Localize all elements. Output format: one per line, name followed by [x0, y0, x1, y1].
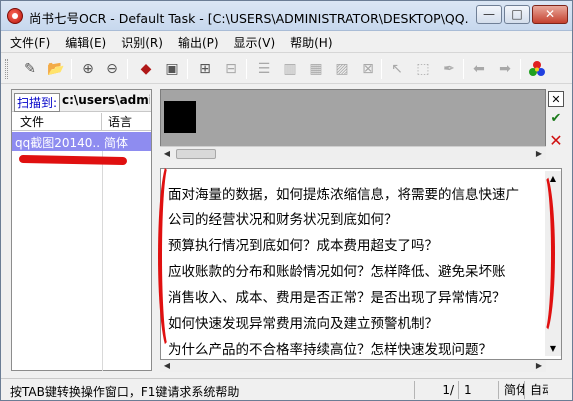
scroll-right-arrow-icon[interactable]: ▶ — [532, 147, 546, 161]
status-bar: 按TAB键转换操作窗口，F1键请求系统帮助 1/ 1 简体 自动 — [1, 378, 572, 400]
recognize-icon[interactable]: ◆ — [135, 58, 157, 80]
text-block-icon[interactable]: ☰ — [253, 58, 275, 80]
image-region-icon[interactable]: ▨ — [331, 58, 353, 80]
mode-indicator: 自动 — [524, 381, 548, 399]
menu-recognize[interactable]: 识别(R) — [112, 31, 169, 51]
annotation-bracket-right — [533, 171, 555, 336]
layout-icon[interactable]: ⊞ — [194, 58, 216, 80]
recognized-text-view[interactable]: 面对海量的数据，如何提炼浓缩信息，将需要的信息快速广 公司的经营状况和财务状况到… — [160, 168, 562, 360]
text-line: 预算执行情况到底如何？成本费用超支了吗？ — [168, 238, 438, 254]
pointer-icon[interactable]: ↖ — [386, 58, 408, 80]
text-line: 面对海量的数据，如何提炼浓缩信息，将需要的信息快速广 — [168, 187, 519, 203]
column-header-file[interactable]: 文件 — [12, 113, 102, 131]
scrollbar-thumb[interactable] — [176, 149, 216, 159]
text-line: 应收账款的分布和账龄情况如何？怎样降低、避免呆坏账 — [168, 264, 506, 280]
preview-horizontal-scrollbar[interactable]: ◀ ▶ — [160, 146, 546, 160]
delete-x-icon[interactable]: ✕ — [548, 133, 564, 149]
file-name-cell: qq截图20140... — [15, 136, 101, 150]
window-title: 尚书七号OCR - Default Task - [C:\USERS\ADMIN… — [29, 11, 469, 26]
language-indicator: 简体 — [498, 381, 524, 399]
arrow-right-icon[interactable]: ➡ — [494, 58, 516, 80]
page-total: 1 — [458, 381, 498, 399]
toolbar-separator — [71, 59, 72, 79]
maximize-button[interactable]: □ — [504, 5, 530, 24]
toolbar-grip[interactable] — [5, 59, 8, 79]
text-line: 消售收入、成本、费用是否正常？是否出现了异常情况？ — [168, 290, 506, 306]
file-language-cell: 简体 — [104, 136, 129, 150]
page-current: 1/ — [414, 381, 458, 399]
menu-help[interactable]: 帮助(H) — [281, 31, 338, 51]
menu-file[interactable]: 文件(F) — [1, 31, 56, 51]
file-list-row[interactable]: qq截图20140... 简体 — [12, 132, 151, 151]
toolbar-separator — [463, 59, 464, 79]
layout-edit-icon[interactable]: ⊟ — [220, 58, 242, 80]
text-horizontal-scrollbar[interactable]: ◀ ▶ — [160, 360, 546, 372]
column-header-language[interactable]: 语言 — [102, 113, 151, 131]
zoom-in-icon[interactable]: ⊕ — [77, 58, 99, 80]
open-folder-icon[interactable]: 📂 — [45, 58, 67, 80]
confirm-check-icon[interactable]: ✔ — [548, 111, 564, 127]
file-list-panel: 扫描到: c:\users\admi 文件 语言 qq截图20140... 简体 — [11, 89, 152, 371]
status-message: 按TAB键转换操作窗口，F1键请求系统帮助 — [10, 385, 240, 399]
color-palette-icon-graphic — [529, 61, 545, 76]
scroll-down-arrow-icon[interactable]: ▼ — [545, 341, 561, 356]
scroll-left-arrow-icon[interactable]: ◀ — [160, 147, 174, 161]
column-divider — [102, 151, 103, 371]
toolbar-separator — [381, 59, 382, 79]
minimize-button[interactable]: — — [476, 5, 502, 24]
toolbar-separator — [246, 59, 247, 79]
select-region-icon[interactable]: ⬚ — [412, 58, 434, 80]
toolbar-separator — [127, 59, 128, 79]
close-pane-icon[interactable]: ✕ — [548, 91, 564, 107]
text-line: 如何快速发现异常费用流向及建立预警机制？ — [168, 316, 438, 332]
menu-view[interactable]: 显示(V) — [225, 31, 282, 51]
title-bar[interactable]: 尚书七号OCR - Default Task - [C:\USERS\ADMIN… — [1, 1, 572, 31]
color-palette-icon[interactable] — [526, 58, 548, 80]
app-window: 尚书七号OCR - Default Task - [C:\USERS\ADMIN… — [0, 0, 573, 401]
close-button[interactable]: ✕ — [532, 5, 568, 24]
scan-target-row: 扫描到: c:\users\admi — [12, 90, 151, 112]
toolbar-separator — [187, 59, 188, 79]
image-adjust-icon[interactable]: ▣ — [161, 58, 183, 80]
scroll-left-arrow-icon[interactable]: ◀ — [160, 360, 174, 372]
arrow-left-icon[interactable]: ⬅ — [468, 58, 490, 80]
menu-output[interactable]: 输出(P) — [169, 31, 225, 51]
table-icon[interactable]: ▦ — [305, 58, 327, 80]
scan-path-field[interactable]: c:\users\admi — [62, 93, 150, 107]
text-line: 为什么产品的不合格率持续高位？怎样快速发现问题？ — [168, 342, 492, 358]
delete-region-icon[interactable]: ⊠ — [357, 58, 379, 80]
scan-icon[interactable]: ✎ — [19, 58, 41, 80]
pen-icon[interactable]: ✒ — [438, 58, 460, 80]
menu-edit[interactable]: 编辑(E) — [56, 31, 112, 51]
toolbar-separator — [520, 59, 521, 79]
vertical-text-icon[interactable]: ▥ — [279, 58, 301, 80]
menu-bar: 文件(F) 编辑(E) 识别(R) 输出(P) 显示(V) 帮助(H) — [1, 31, 572, 51]
app-logo-icon[interactable] — [7, 8, 23, 24]
page-thumbnail[interactable] — [164, 101, 196, 133]
scroll-right-arrow-icon[interactable]: ▶ — [532, 360, 546, 372]
scan-to-button[interactable]: 扫描到: — [14, 93, 61, 112]
text-line: 公司的经营状况和财务状况到底如何？ — [168, 212, 398, 228]
file-list-header: 文件 语言 — [12, 113, 151, 131]
toolbar: ✎ 📂 ⊕ ⊖ ◆ ▣ ⊞ ⊟ ☰ ▥ ▦ ▨ ⊠ ↖ ⬚ ✒ ⬅ ➡ — [1, 52, 572, 84]
zoom-out-icon[interactable]: ⊖ — [101, 58, 123, 80]
annotation-bracket-left — [158, 161, 180, 351]
